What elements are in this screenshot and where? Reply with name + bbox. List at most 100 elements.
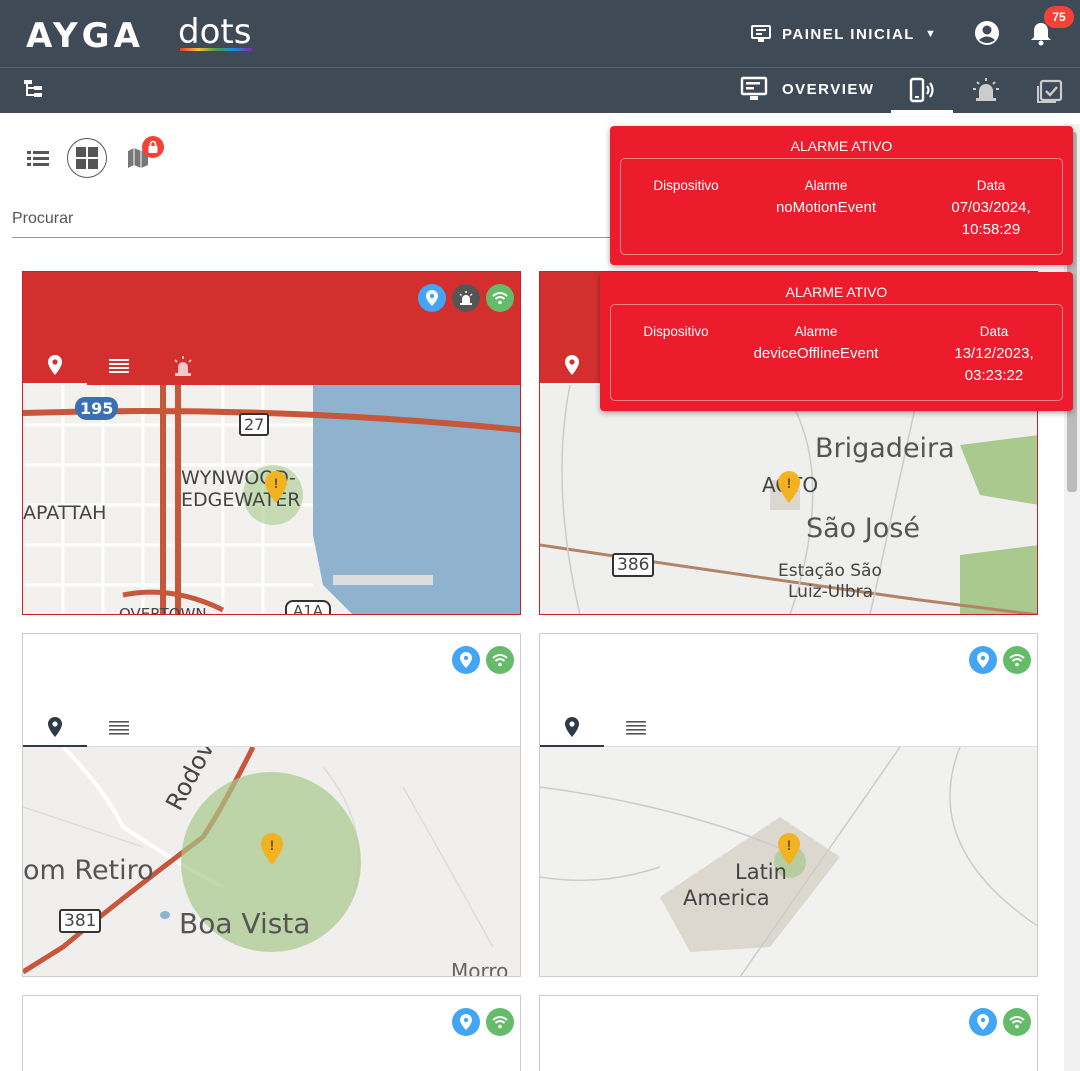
device-marker-icon[interactable]: !: [259, 833, 285, 871]
alarm-details: Dispositivo Alarme noMotionEvent Data 07/0…: [620, 158, 1063, 255]
device-map-2[interactable]: Brigadeira AGTO São José 386 Estação São…: [540, 385, 1037, 614]
location-pin-icon: [426, 290, 438, 306]
siren-alarm-icon[interactable]: [972, 76, 1000, 104]
map-label: Luiz-Ulbra: [788, 582, 874, 602]
alarm-date-value: 07/03/2024,: [951, 199, 1031, 216]
device-card-1[interactable]: 195 27 WYNWOOD- EDGEWATER APATTAH A1A OV…: [22, 271, 521, 615]
device-signal-icon[interactable]: [908, 76, 936, 104]
map-label: A1A: [285, 600, 332, 614]
alarm-title: ALARME ATIVO: [790, 138, 893, 154]
alarm-col-label: Alarme: [804, 178, 848, 193]
calendar-check-icon[interactable]: [1036, 76, 1064, 104]
user-account-icon[interactable]: [974, 20, 1000, 46]
list-icon: [109, 359, 129, 373]
alarm-toast-1[interactable]: ALARME ATIVO Dispositivo Alarme noMotionE…: [610, 126, 1073, 265]
signal-badge: [486, 646, 514, 674]
logo[interactable]: AYGA: [26, 16, 144, 56]
alarm-toast-2[interactable]: ALARME ATIVO Dispositivo Alarme deviceOff…: [600, 272, 1073, 411]
location-badge: [418, 284, 446, 312]
location-pin-icon: [460, 652, 472, 668]
sub-navigation-bar: OVERVIEW: [0, 67, 1080, 114]
alarm-date-value: 13/12/2023,: [954, 345, 1034, 362]
tab-location[interactable]: [540, 709, 604, 747]
notification-count-badge: 75: [1044, 6, 1074, 28]
tab-location[interactable]: [540, 347, 604, 385]
device-card-4[interactable]: Latin America !: [539, 633, 1038, 977]
panel-selector[interactable]: PAINEL INICIAL ▼: [750, 20, 937, 48]
alarm-device-column: Dispositivo: [631, 175, 741, 197]
tab-details[interactable]: [604, 709, 668, 747]
alarm-time-value: 10:58:29: [961, 221, 1021, 238]
alarm-type-column: Alarme deviceOfflineEvent: [741, 321, 891, 365]
logo-underline: [180, 48, 252, 51]
map-label: OVERTOWN: [119, 605, 207, 615]
location-pin-icon: [48, 717, 62, 737]
device-marker-icon[interactable]: !: [263, 471, 289, 509]
device-map-3[interactable]: Rodovia om Retiro 381 Boa Vista Morro !: [23, 747, 520, 977]
alarm-type-value: noMotionEvent: [775, 199, 877, 216]
wifi-icon: [492, 1016, 508, 1029]
device-map-4[interactable]: Latin America !: [540, 747, 1037, 976]
list-icon: [27, 151, 49, 166]
svg-text:!: !: [274, 475, 279, 491]
tab-alarms[interactable]: [151, 347, 215, 385]
monitor-icon: [751, 25, 771, 42]
tab-details[interactable]: [87, 347, 151, 385]
location-pin-icon: [565, 355, 579, 375]
siren-icon: [174, 356, 192, 376]
map-label: om Retiro: [23, 855, 154, 886]
tab-overview[interactable]: OVERVIEW: [740, 76, 875, 102]
list-icon: [626, 721, 646, 735]
alarm-time-value: 03:23:22: [964, 367, 1024, 384]
svg-text:!: !: [787, 837, 792, 853]
map-label: 381: [59, 909, 102, 933]
map-label: 386: [612, 553, 655, 577]
map-label: America: [683, 886, 770, 910]
card-tabs: [540, 709, 1037, 747]
map-label: APATTAH: [23, 502, 107, 524]
grid-view-button[interactable]: [67, 138, 107, 178]
hierarchy-tree-icon[interactable]: [22, 77, 48, 101]
map-label: Brigadeira: [815, 433, 955, 464]
alarm-col-label: Alarme: [794, 324, 838, 339]
card-tabs: [23, 347, 520, 385]
map-label: 195: [75, 397, 119, 420]
tab-location[interactable]: [23, 709, 87, 747]
scrollbar[interactable]: [1064, 124, 1080, 1071]
card-header: [540, 996, 1037, 1071]
device-marker-icon[interactable]: !: [776, 471, 802, 509]
device-card-6[interactable]: [539, 995, 1038, 1071]
map-label: Boa Vista: [179, 907, 311, 940]
svg-text:!: !: [787, 475, 792, 491]
alarm-title: ALARME ATIVO: [785, 284, 888, 300]
location-badge: [969, 1008, 997, 1036]
panel-label: PAINEL INICIAL: [782, 25, 915, 43]
device-card-3[interactable]: Rodovia om Retiro 381 Boa Vista Morro !: [22, 633, 521, 977]
tab-location[interactable]: [23, 347, 87, 385]
device-map-1[interactable]: 195 27 WYNWOOD- EDGEWATER APATTAH A1A OV…: [23, 385, 520, 615]
caret-down-icon: ▼: [924, 28, 938, 40]
tab-details[interactable]: [87, 709, 151, 747]
monitor-icon: [740, 76, 768, 100]
lock-icon: [148, 140, 158, 153]
active-tab-indicator: [891, 110, 953, 114]
alarm-col-label: Dispositivo: [643, 324, 709, 339]
siren-icon: [459, 291, 473, 305]
map-label: 27: [239, 413, 270, 436]
device-marker-icon[interactable]: !: [776, 833, 802, 871]
alarm-type-column: Alarme noMotionEvent: [751, 175, 901, 219]
search-input[interactable]: Procurar: [12, 206, 652, 238]
device-card-5[interactable]: [22, 995, 521, 1071]
location-badge: [452, 646, 480, 674]
lock-badge: [142, 136, 164, 158]
list-view-button[interactable]: [18, 138, 58, 178]
logo-sub: dots: [178, 12, 252, 52]
wifi-icon: [492, 654, 508, 667]
alarm-badge: [452, 284, 480, 312]
location-pin-icon: [977, 652, 989, 668]
map-label: Morro: [451, 959, 509, 977]
alarm-col-label: Data: [979, 324, 1009, 339]
signal-badge: [1003, 1008, 1031, 1036]
grid-icon: [76, 147, 98, 169]
signal-badge: [1003, 646, 1031, 674]
